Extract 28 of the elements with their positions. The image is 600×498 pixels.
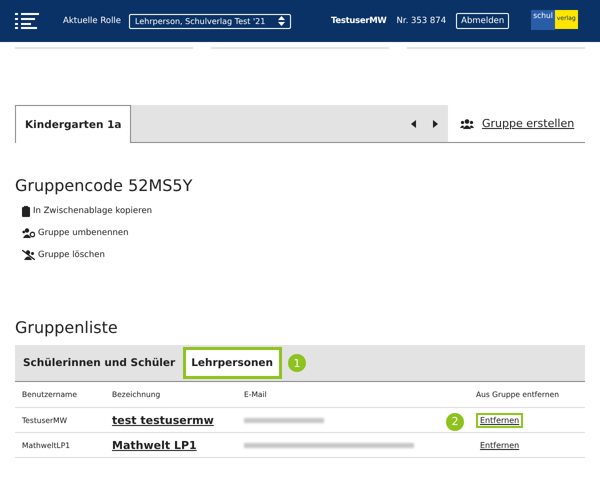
username: TestuserMW [331,16,386,26]
people-icon [460,118,474,128]
remove-link[interactable]: Entfernen [476,412,524,428]
list-tab[interactable]: Schülerinnen und Schüler [15,345,184,381]
role-select[interactable]: Lehrperson, Schulverlag Test '21 [129,14,292,28]
role-label: Aktuelle Rolle [63,16,122,26]
logout-button[interactable]: Abmelden [456,13,510,29]
clipboard-icon [22,206,30,216]
next-icon[interactable] [433,120,438,128]
group-tab[interactable]: Kindergarten 1a [15,105,132,143]
user-number: Nr. 353 874 [396,16,446,26]
group-action-link[interactable]: Gruppe löschen [38,250,105,260]
people-remove-icon [22,250,35,260]
group-list-heading: Gruppenliste [15,318,119,337]
people-icon [22,228,35,238]
previous-icon[interactable] [411,120,416,128]
create-group-link[interactable]: Gruppe erstellen [482,117,574,130]
callout-badge: 2 [446,412,464,430]
group-action-link[interactable]: Gruppe umbenennen [38,228,128,238]
group-action-link[interactable]: In Zwischenablage kopieren [33,206,152,216]
remove-link[interactable]: Entfernen [476,438,524,452]
menu-icon[interactable] [15,13,39,29]
group-code-heading: Gruppencode 52MS5Y [15,176,194,195]
sort-icon [278,16,286,26]
callout-badge: 1 [288,354,306,372]
list-tab[interactable]: Lehrpersonen [183,347,282,379]
name-link[interactable]: test testusermw [112,414,214,426]
name-link[interactable]: Mathwelt LP1 [112,438,197,452]
